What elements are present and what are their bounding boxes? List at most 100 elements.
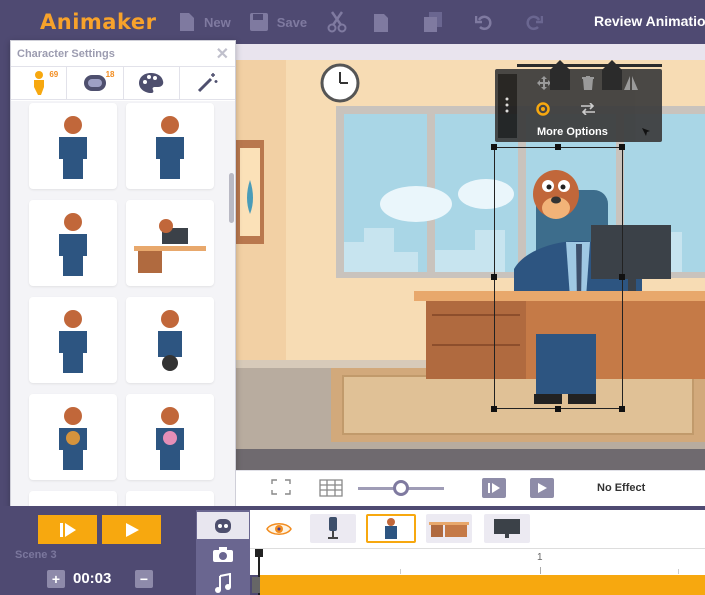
tab-expressions[interactable]: 18 xyxy=(67,67,124,99)
pose-card[interactable] xyxy=(126,103,214,189)
play-scene-button[interactable] xyxy=(102,515,161,544)
project-title[interactable]: Review Animation xyxy=(594,13,705,29)
cut-button[interactable] xyxy=(327,11,347,33)
scene-label: Scene 3 xyxy=(15,549,57,561)
copy-button[interactable] xyxy=(371,11,391,33)
resize-handle[interactable] xyxy=(619,406,625,412)
pose-card[interactable] xyxy=(29,103,117,189)
pose-card[interactable] xyxy=(29,297,117,383)
eye-icon xyxy=(266,522,292,535)
settings-gear-icon[interactable] xyxy=(536,102,550,116)
camera-icon xyxy=(213,546,233,562)
timeline-ruler[interactable]: 1 xyxy=(250,548,705,575)
character-face-icon xyxy=(215,518,231,533)
top-toolbar: Animaker New Save Review Animation xyxy=(0,0,705,44)
pose-card[interactable] xyxy=(126,297,214,383)
palette-icon xyxy=(139,73,164,93)
tab-actions[interactable]: 69 xyxy=(11,67,68,99)
more-options-label[interactable]: More Options xyxy=(537,126,608,138)
tab-effects[interactable] xyxy=(180,67,235,99)
new-button[interactable]: New xyxy=(178,12,231,32)
pose-card[interactable] xyxy=(29,394,117,480)
bear-pose-thumbnail xyxy=(156,116,184,179)
tab-colors[interactable] xyxy=(124,67,180,99)
paste-icon xyxy=(424,12,443,32)
bear-thumbnail xyxy=(385,517,397,539)
paste-button[interactable] xyxy=(423,11,443,33)
preview-scene-button[interactable] xyxy=(38,515,97,544)
new-file-icon xyxy=(180,13,194,31)
character-settings-panel: Character Settings ✕ 69 18 xyxy=(10,40,236,510)
undo-button[interactable] xyxy=(475,13,493,31)
resize-handle[interactable] xyxy=(619,274,625,280)
bear-pose-thumbnail xyxy=(156,407,184,470)
chair-thumbnail xyxy=(328,516,338,539)
tab-music[interactable] xyxy=(197,569,249,595)
effect-label[interactable]: No Effect xyxy=(597,482,645,494)
ceiling-lamps xyxy=(517,60,662,90)
redo-button[interactable] xyxy=(525,13,544,31)
object-monitor[interactable] xyxy=(484,514,530,543)
ruler-mark-label: 1 xyxy=(537,552,543,563)
expression-face-icon xyxy=(83,75,106,91)
play-icon xyxy=(538,483,547,493)
object-visibility[interactable] xyxy=(256,514,302,543)
resize-handle[interactable] xyxy=(491,406,497,412)
bear-pose-thumbnail xyxy=(59,310,87,373)
magic-wand-icon xyxy=(198,73,218,93)
character-pose-icon xyxy=(33,71,44,95)
pose-card[interactable] xyxy=(29,200,117,286)
pose-card[interactable] xyxy=(126,394,214,480)
bear-pose-thumbnail xyxy=(158,310,182,371)
save-button-label: Save xyxy=(276,14,308,30)
bear-at-desk-thumbnail xyxy=(134,219,206,273)
track-start-handle[interactable] xyxy=(252,577,260,593)
play-button[interactable] xyxy=(530,478,554,498)
animaker-editor: Animaker New Save Review Animation More … xyxy=(0,0,705,595)
resize-handle[interactable] xyxy=(555,406,561,412)
resize-handle[interactable] xyxy=(491,274,497,280)
music-note-icon xyxy=(215,572,231,593)
increase-duration-button[interactable]: + xyxy=(47,570,65,588)
scene-objects-strip xyxy=(250,510,705,548)
play-icon xyxy=(125,522,139,537)
fullscreen-icon[interactable] xyxy=(271,479,291,495)
playhead-handle[interactable] xyxy=(255,549,263,557)
ruler-tick xyxy=(400,569,401,574)
timeline-track[interactable] xyxy=(258,575,705,595)
undo-icon xyxy=(475,15,492,31)
selection-box[interactable] xyxy=(494,147,623,409)
bear-pose-thumbnail xyxy=(59,116,87,179)
actions-count: 69 xyxy=(49,70,59,79)
grid-icon[interactable] xyxy=(319,479,343,497)
pointer-arrow-icon xyxy=(642,128,650,136)
pose-grid xyxy=(11,101,235,509)
tab-characters[interactable] xyxy=(197,512,249,539)
play-from-start-icon xyxy=(488,483,500,493)
decrease-duration-button[interactable]: − xyxy=(135,570,153,588)
tab-camera[interactable] xyxy=(197,541,249,568)
panel-title: Character Settings xyxy=(17,47,115,60)
ruler-tick xyxy=(678,569,679,574)
resize-handle[interactable] xyxy=(555,144,561,150)
panel-scrollbar[interactable] xyxy=(229,173,234,223)
play-from-start-button[interactable] xyxy=(482,478,506,498)
resize-handle[interactable] xyxy=(619,144,625,150)
app-logo: Animaker xyxy=(40,10,157,34)
resize-handle[interactable] xyxy=(491,144,497,150)
pose-card[interactable] xyxy=(126,200,214,286)
bear-pose-thumbnail xyxy=(59,213,87,276)
ruler-tick xyxy=(540,567,541,574)
save-button[interactable]: Save xyxy=(249,12,307,32)
close-icon[interactable]: ✕ xyxy=(216,44,229,64)
redo-icon xyxy=(526,15,544,31)
swap-icon[interactable] xyxy=(581,103,595,115)
bear-pose-thumbnail xyxy=(59,407,87,470)
object-character-selected[interactable] xyxy=(366,514,416,543)
zoom-slider-knob[interactable] xyxy=(393,480,409,496)
play-from-start-icon xyxy=(59,522,76,537)
scene-duration: 00:03 xyxy=(73,570,112,587)
object-chair[interactable] xyxy=(310,514,356,543)
object-desk[interactable] xyxy=(426,514,472,543)
save-icon xyxy=(249,13,268,31)
